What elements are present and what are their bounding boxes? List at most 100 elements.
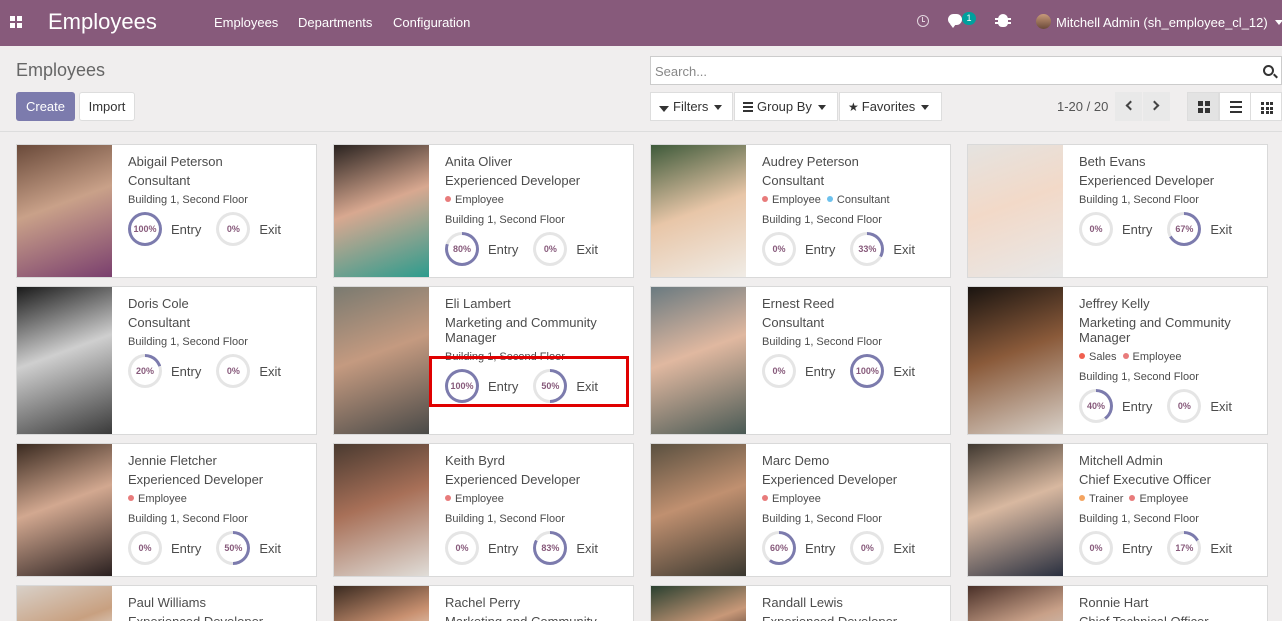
- exit-label: Exit: [576, 241, 599, 257]
- filters-button[interactable]: Filters: [650, 92, 733, 121]
- user-caret-icon[interactable]: [1275, 20, 1282, 25]
- employee-card[interactable]: Ronnie Hart Chief Technical Officer: [967, 585, 1268, 621]
- exit-gauge: 17%: [1167, 531, 1202, 565]
- exit-label: Exit: [893, 540, 916, 556]
- employee-card[interactable]: Mitchell Admin Chief Executive Officer Tra…: [967, 443, 1268, 577]
- entry-gauge-value: 0%: [1082, 534, 1110, 562]
- employee-name[interactable]: Anita Oliver: [445, 153, 627, 171]
- activity-clock-icon[interactable]: [917, 15, 929, 27]
- employee-card[interactable]: Jeffrey Kelly Marketing and Community Man…: [967, 286, 1268, 435]
- employee-card[interactable]: Randall Lewis Experienced Developer: [650, 585, 951, 621]
- grid-icon: [1261, 102, 1273, 114]
- group-by-button[interactable]: Group By: [734, 92, 838, 121]
- employee-card[interactable]: Beth Evans Experienced Developer Building …: [967, 144, 1268, 278]
- employee-info: Beth Evans Experienced Developer Building …: [1079, 153, 1261, 246]
- employee-card[interactable]: Jennie Fletcher Experienced Developer Empl…: [16, 443, 317, 577]
- import-button[interactable]: Import: [79, 92, 135, 121]
- pager-value[interactable]: 1-20 / 20: [1057, 99, 1108, 114]
- pager-next-button[interactable]: [1143, 92, 1170, 121]
- employee-tags: Employee: [445, 194, 627, 208]
- employee-tag: Employee: [445, 194, 504, 206]
- user-avatar[interactable]: [1036, 14, 1051, 29]
- employee-job-title: Chief Technical Officer: [1079, 614, 1261, 621]
- entry-label: Entry: [805, 363, 836, 379]
- exit-gauge-value: 50%: [219, 534, 248, 562]
- pivot-view-button[interactable]: [1250, 92, 1282, 121]
- employee-name[interactable]: Eli Lambert: [445, 295, 627, 313]
- employee-job-title: Chief Executive Officer: [1079, 472, 1211, 487]
- kanban-view-button[interactable]: [1187, 92, 1219, 121]
- employee-name[interactable]: Mitchell Admin: [1079, 452, 1261, 470]
- employee-name[interactable]: Ernest Reed: [762, 295, 944, 313]
- employee-name[interactable]: Beth Evans: [1079, 153, 1261, 171]
- menu-employees[interactable]: Employees: [214, 15, 278, 30]
- exit-gauge: 50%: [533, 369, 568, 403]
- employee-tag: Employee: [1122, 351, 1181, 363]
- entry-gauge: 80%: [445, 232, 479, 266]
- employee-name[interactable]: Doris Cole: [128, 295, 310, 313]
- exit-gauge-value: 67%: [1170, 215, 1199, 243]
- employee-card[interactable]: Ernest Reed Consultant Building 1, Second …: [650, 286, 951, 435]
- employee-card[interactable]: Rachel Perry Marketing and Community: [333, 585, 634, 621]
- employee-name[interactable]: Jennie Fletcher: [128, 452, 310, 470]
- employee-card[interactable]: Doris Cole Consultant Building 1, Second F…: [16, 286, 317, 435]
- employee-photo: [17, 586, 112, 621]
- employee-photo: [334, 586, 429, 621]
- apps-menu-icon[interactable]: [10, 16, 22, 28]
- employee-tag: Employee: [128, 493, 187, 505]
- employee-tags: Employee: [128, 493, 310, 507]
- bars-icon: [743, 102, 753, 112]
- list-view-button[interactable]: [1219, 92, 1251, 121]
- user-menu[interactable]: Mitchell Admin (sh_employee_cl_12): [1056, 15, 1268, 30]
- employee-name[interactable]: Rachel Perry: [445, 594, 627, 612]
- employee-location: Building 1, Second Floor: [1079, 513, 1199, 525]
- employee-name[interactable]: Randall Lewis: [762, 594, 944, 612]
- favorites-button[interactable]: ★ Favorites: [839, 92, 942, 121]
- employee-name[interactable]: Jeffrey Kelly: [1079, 295, 1261, 313]
- employee-job-title: Marketing and Community: [445, 614, 627, 621]
- employee-card[interactable]: Paul Williams Experienced Developer: [16, 585, 317, 621]
- employee-name[interactable]: Ronnie Hart: [1079, 594, 1261, 612]
- employee-card[interactable]: Anita Oliver Experienced Developer Employe…: [333, 144, 634, 278]
- employee-tag: Trainer: [1079, 493, 1123, 505]
- menu-departments[interactable]: Departments: [298, 15, 372, 30]
- employee-name[interactable]: Audrey Peterson: [762, 153, 944, 171]
- employee-photo: [17, 444, 112, 576]
- employee-card[interactable]: Audrey Peterson Consultant Employee Consult…: [650, 144, 951, 278]
- chat-icon[interactable]: [948, 14, 962, 28]
- exit-gauge: 50%: [216, 531, 251, 565]
- exit-label: Exit: [1210, 398, 1233, 414]
- employee-job-title: Consultant: [128, 173, 191, 188]
- employee-tags: Sales Employee: [1079, 351, 1261, 365]
- employee-card[interactable]: Marc Demo Experienced Developer Employee Bu…: [650, 443, 951, 577]
- menu-configuration[interactable]: Configuration: [393, 15, 470, 30]
- employee-job-title: Marketing and Community Manager: [445, 315, 597, 345]
- debug-bug-icon[interactable]: [995, 14, 1011, 27]
- tag-label: Employee: [138, 493, 187, 505]
- employee-tag: Consultant: [826, 194, 890, 206]
- pager-previous-button[interactable]: [1115, 92, 1142, 121]
- employee-job-title: Experienced Developer: [128, 614, 310, 621]
- employee-card[interactable]: Eli Lambert Marketing and Community Manag…: [333, 286, 634, 435]
- entry-label: Entry: [171, 221, 202, 237]
- exit-label: Exit: [893, 241, 916, 257]
- employee-name[interactable]: Paul Williams: [128, 594, 310, 612]
- employee-card[interactable]: Abigail Peterson Consultant Building 1, Se…: [16, 144, 317, 278]
- employee-info: Jennie Fletcher Experienced Developer Empl…: [128, 452, 310, 565]
- employee-name[interactable]: Abigail Peterson: [128, 153, 310, 171]
- search-input[interactable]: [655, 61, 1245, 81]
- attendance-gauges: 20% Entry 0% Exit: [128, 354, 310, 388]
- create-button[interactable]: Create: [16, 92, 75, 121]
- attendance-gauges: 0% Entry 67% Exit: [1079, 212, 1261, 246]
- exit-gauge: 100%: [850, 354, 885, 388]
- employee-location: Building 1, Second Floor: [128, 336, 248, 348]
- employee-card[interactable]: Keith Byrd Experienced Developer Employee B…: [333, 443, 634, 577]
- caret-down-icon: [921, 105, 930, 111]
- search-icon[interactable]: [1263, 65, 1274, 76]
- employee-name[interactable]: Keith Byrd: [445, 452, 627, 470]
- tag-label: Sales: [1089, 351, 1117, 363]
- employee-name[interactable]: Marc Demo: [762, 452, 944, 470]
- entry-gauge: 0%: [1079, 531, 1113, 565]
- employee-photo: [651, 444, 746, 576]
- employee-photo: [968, 287, 1063, 434]
